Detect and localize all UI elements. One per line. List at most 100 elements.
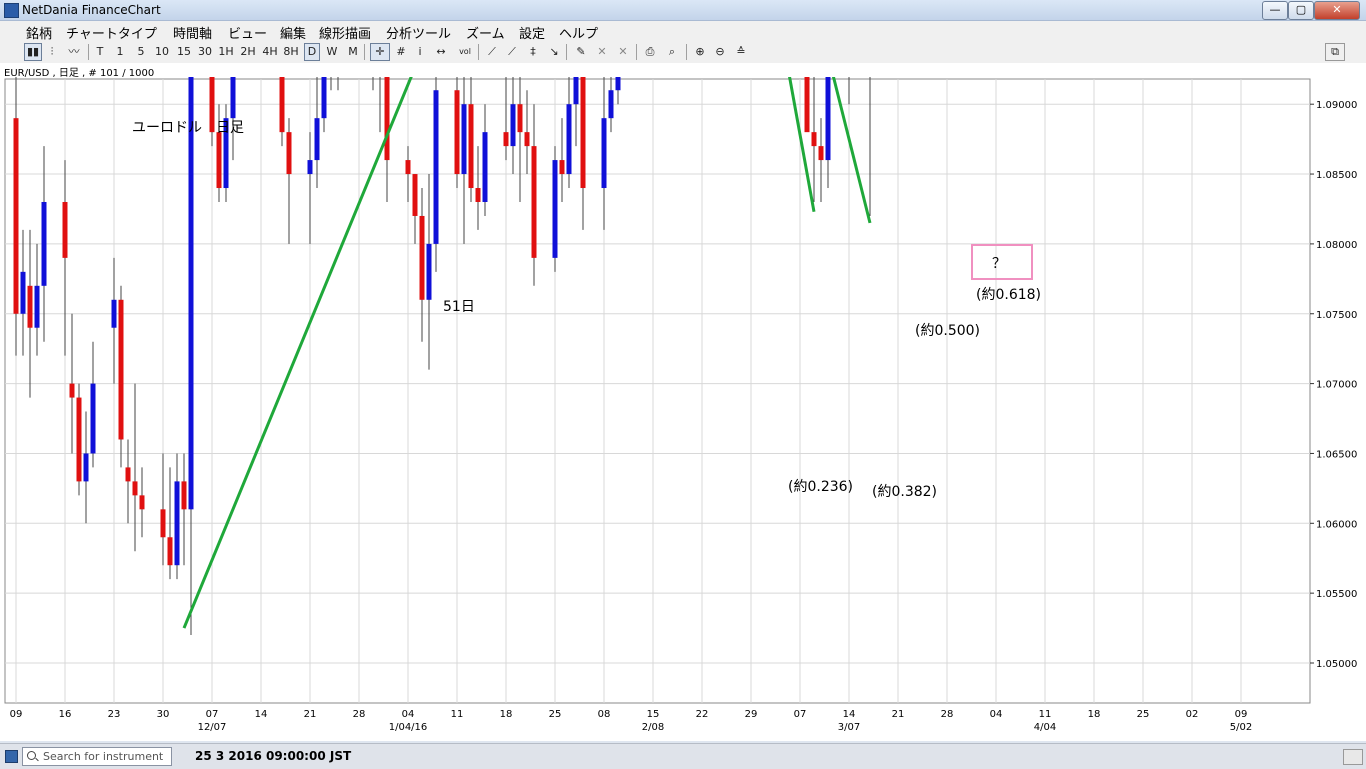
timeframe-weekly[interactable]: W <box>325 44 339 60</box>
x-tick-label: 04 <box>990 709 1003 720</box>
annotation-title: ユーロドル 日足 <box>132 120 244 136</box>
candle-body <box>510 104 516 147</box>
delete-icon[interactable]: ✕ <box>594 44 610 60</box>
ohlc-chart-icon[interactable]: ⫶ <box>45 44 59 60</box>
title-bar: NetDania FinanceChart — ▢ ✕ <box>0 0 1366 21</box>
trend-line-icon[interactable]: ⟋ <box>484 44 500 60</box>
timeframe-4h[interactable]: 4H <box>261 44 279 60</box>
candle-body <box>517 104 523 133</box>
annotation-question: ？ <box>992 256 1006 272</box>
candle-body <box>412 174 418 216</box>
x-tick-label: 23 <box>108 709 121 720</box>
info-icon[interactable]: i <box>414 44 426 60</box>
candle-body <box>321 48 327 119</box>
volume-icon[interactable]: vol <box>456 44 474 60</box>
candle-body <box>531 146 537 258</box>
x-tick-label: 02 <box>1186 709 1199 720</box>
x-tick-label: 25 <box>1137 709 1150 720</box>
line-chart-icon[interactable]: 〰 <box>66 44 82 60</box>
candle-body <box>83 453 89 482</box>
candle-body <box>825 48 831 161</box>
x-tick-label: 07 <box>206 709 219 720</box>
panel-toggle-icon[interactable]: ⧉ <box>1325 43 1345 61</box>
candle-body <box>405 160 411 175</box>
timeframe-10m[interactable]: 10 <box>154 44 170 60</box>
x-tick-label: 18 <box>500 709 513 720</box>
timeframe-8h[interactable]: 8H <box>282 44 300 60</box>
timeframe-30m[interactable]: 30 <box>197 44 213 60</box>
timeframe-15m[interactable]: 15 <box>176 44 192 60</box>
menu-item-timeframe[interactable]: 時間軸 <box>173 23 212 42</box>
candle-body <box>580 62 586 189</box>
print-preview-icon[interactable]: ⌕ <box>664 44 680 60</box>
minimize-button[interactable]: — <box>1262 1 1288 20</box>
left-right-icon[interactable]: ↔ <box>432 44 450 60</box>
timeframe-2h[interactable]: 2H <box>239 44 257 60</box>
status-icon[interactable] <box>5 750 18 763</box>
maximize-button[interactable]: ▢ <box>1288 1 1314 20</box>
print-icon[interactable]: ⎙ <box>642 44 658 60</box>
x-tick-label: 16 <box>59 709 72 720</box>
x-tick-label: 09 <box>10 709 23 720</box>
candle-body <box>818 146 824 161</box>
resize-grip-icon[interactable] <box>1343 749 1363 765</box>
candle-body <box>160 509 166 538</box>
y-tick-label: 1.06500 <box>1316 449 1357 460</box>
menu-item-edit[interactable]: 編集 <box>280 23 306 42</box>
menu-item-analysis[interactable]: 分析ツール <box>386 23 451 42</box>
y-tick-label: 1.08500 <box>1316 170 1357 181</box>
candle-body <box>384 76 390 161</box>
search-icon <box>27 751 36 760</box>
timeframe-monthly[interactable]: M <box>346 44 360 60</box>
annotation-0382: (約0.382) <box>872 484 937 500</box>
candle-body <box>482 132 488 202</box>
menu-item-view[interactable]: ビュー <box>228 23 267 42</box>
candle-body <box>314 118 320 161</box>
timeframe-1m[interactable]: 1 <box>115 44 125 60</box>
close-button[interactable]: ✕ <box>1314 1 1360 20</box>
candle-body <box>426 243 432 300</box>
arrow-tool-icon[interactable]: ↘ <box>546 44 562 60</box>
menu-item-help[interactable]: ヘルプ <box>559 23 598 42</box>
zoom-reset-icon[interactable]: ≙ <box>733 44 749 60</box>
pencil-icon[interactable]: ✎ <box>572 44 590 60</box>
annotation-0236: (約0.236) <box>788 479 853 495</box>
candle-body <box>433 90 439 244</box>
timeframe-daily[interactable]: D <box>304 43 320 61</box>
candle-body <box>13 118 19 314</box>
timeframe-tick[interactable]: T <box>94 44 106 60</box>
candle-body <box>461 104 467 175</box>
menu-item-zoom[interactable]: ズーム <box>466 23 505 42</box>
x-tick-label: 21 <box>892 709 905 720</box>
candle-body <box>804 48 810 133</box>
timeframe-5m[interactable]: 5 <box>136 44 146 60</box>
x-tick-label: 22 <box>696 709 709 720</box>
price-chart[interactable]: ユーロドル 日足 51日 (約0.236) (約0.382) (約0.500) (約0.6… <box>0 0 1366 741</box>
search-input[interactable]: Search for instrument <box>22 747 172 766</box>
y-tick-label: 1.08000 <box>1316 240 1357 251</box>
zoom-in-icon[interactable]: ⊕ <box>692 44 708 60</box>
status-bar: Search for instrument 25 3 2016 09:00:00… <box>0 743 1366 769</box>
menu-item-symbol[interactable]: 銘柄 <box>26 23 52 42</box>
menu-item-settings[interactable]: 設定 <box>519 23 545 42</box>
x-tick-label: 14 <box>255 709 268 720</box>
timeframe-1h[interactable]: 1H <box>218 44 234 60</box>
y-tick-label: 1.09000 <box>1316 100 1357 111</box>
fan-line-icon[interactable]: ⟋ <box>504 44 520 60</box>
delete-all-icon[interactable]: ✕ <box>614 44 632 60</box>
chart-area[interactable]: ユーロドル 日足 51日 (約0.236) (約0.382) (約0.500) (約0.6… <box>0 0 1366 741</box>
fibonacci-icon[interactable]: ‡ <box>524 44 542 60</box>
x-tick-label: 08 <box>598 709 611 720</box>
menu-item-chart-type[interactable]: チャートタイプ <box>66 23 157 42</box>
candle-body <box>62 201 68 258</box>
candle-body <box>181 481 187 510</box>
crosshair-icon[interactable]: ✛ <box>370 43 390 61</box>
x-tick-label: 21 <box>304 709 317 720</box>
grid-icon[interactable]: # <box>393 44 409 60</box>
menu-item-drawing[interactable]: 線形描画 <box>319 23 371 42</box>
y-tick-label: 1.06000 <box>1316 519 1357 530</box>
candle-body <box>76 397 82 482</box>
candlestick-chart-icon[interactable]: ▮▮ <box>24 43 42 61</box>
candle-body <box>20 271 26 314</box>
zoom-out-icon[interactable]: ⊖ <box>712 44 728 60</box>
